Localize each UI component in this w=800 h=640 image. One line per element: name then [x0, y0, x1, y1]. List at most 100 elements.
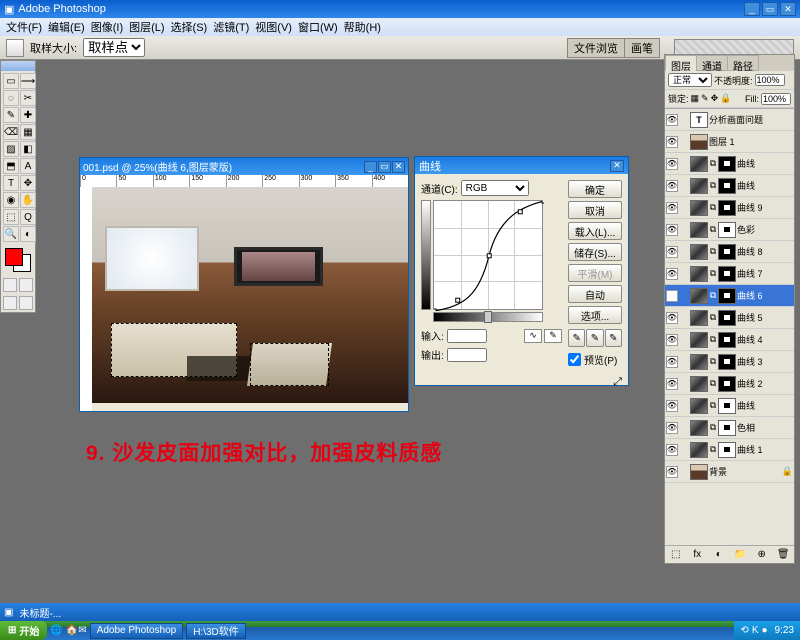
visibility-icon[interactable]: 👁: [666, 334, 678, 346]
fg-color[interactable]: [5, 248, 23, 266]
fill-field[interactable]: [761, 93, 791, 105]
menu-item[interactable]: 编辑(E): [48, 19, 85, 35]
visibility-icon[interactable]: 👁: [666, 158, 678, 170]
visibility-icon[interactable]: 👁: [666, 136, 678, 148]
tool-button[interactable]: A: [20, 158, 36, 174]
standard-mode-icon[interactable]: [3, 278, 17, 292]
preview-checkbox[interactable]: 预览(P): [568, 352, 622, 367]
eyedropper-white-icon[interactable]: ✎: [605, 329, 622, 347]
options-button[interactable]: 选项...: [568, 306, 622, 324]
lock-pixels-icon[interactable]: ✎: [701, 93, 709, 104]
tool-button[interactable]: ▦: [20, 124, 36, 140]
tool-button[interactable]: ◌: [3, 90, 19, 106]
visibility-icon[interactable]: 👁: [666, 422, 678, 434]
tool-button[interactable]: 🔍: [3, 226, 19, 242]
expand-icon[interactable]: ⤢: [568, 376, 622, 389]
tool-button[interactable]: ⌫: [3, 124, 19, 140]
auto-button[interactable]: 自动: [568, 285, 622, 303]
layer-action-icon[interactable]: fx: [690, 548, 704, 562]
mask-thumb[interactable]: [718, 376, 736, 392]
link-icon[interactable]: ⧉: [709, 312, 717, 323]
quicklaunch-icon[interactable]: 🏠: [66, 625, 78, 636]
mask-thumb[interactable]: [718, 310, 736, 326]
menu-item[interactable]: 文件(F): [6, 19, 42, 35]
tool-button[interactable]: ▭: [3, 73, 19, 89]
tray-icon[interactable]: ●: [761, 625, 767, 636]
layer-row[interactable]: 👁⧉曲线 9: [665, 197, 794, 219]
canvas[interactable]: [92, 187, 408, 403]
visibility-icon[interactable]: 👁: [666, 312, 678, 324]
layer-row[interactable]: 👁背景🔒: [665, 461, 794, 483]
visibility-icon[interactable]: 👁: [666, 180, 678, 192]
mask-thumb[interactable]: [718, 288, 736, 304]
layer-action-icon[interactable]: ◐: [712, 548, 726, 562]
layer-action-icon[interactable]: 🗑: [776, 548, 790, 562]
preview-check[interactable]: [568, 353, 581, 366]
layer-row[interactable]: 👁⧉曲线 2: [665, 373, 794, 395]
link-icon[interactable]: ⧉: [709, 158, 717, 169]
taskbar-button[interactable]: Adobe Photoshop: [90, 623, 184, 639]
gradient-thumb-icon[interactable]: [484, 311, 492, 323]
layer-row[interactable]: 👁⧉曲线 6: [665, 285, 794, 307]
mask-thumb[interactable]: [718, 420, 736, 436]
maximize-button[interactable]: ▭: [762, 2, 778, 16]
link-icon[interactable]: ⧉: [709, 422, 717, 433]
mask-thumb[interactable]: [718, 244, 736, 260]
visibility-icon[interactable]: 👁: [666, 202, 678, 214]
visibility-icon[interactable]: 👁: [666, 400, 678, 412]
visibility-icon[interactable]: 👁: [666, 224, 678, 236]
layer-action-icon[interactable]: ⬚: [669, 548, 683, 562]
panel-tab[interactable]: 路径: [727, 55, 759, 71]
layer-row[interactable]: 👁⧉色相: [665, 417, 794, 439]
pencil-tool-icon[interactable]: ✎: [544, 329, 562, 343]
lock-trans-icon[interactable]: ▦: [691, 93, 700, 104]
menu-item[interactable]: 帮助(H): [344, 19, 381, 35]
load-button[interactable]: 载入(L)...: [568, 222, 622, 240]
link-icon[interactable]: ⧉: [709, 334, 717, 345]
layer-row[interactable]: 👁图层 1: [665, 131, 794, 153]
panel-tab[interactable]: 图层: [665, 55, 697, 71]
close-button[interactable]: ✕: [780, 2, 796, 16]
color-swatch[interactable]: [3, 246, 33, 274]
tool-button[interactable]: ⟶: [20, 73, 36, 89]
link-icon[interactable]: ⧉: [709, 180, 717, 191]
doc-maximize-button[interactable]: ▭: [378, 161, 391, 173]
quicklaunch-icon[interactable]: ✉: [78, 625, 86, 636]
link-icon[interactable]: ⧉: [709, 444, 717, 455]
visibility-icon[interactable]: 👁: [666, 114, 678, 126]
layer-row[interactable]: 👁⧉曲线 8: [665, 241, 794, 263]
visibility-icon[interactable]: 👁: [666, 444, 678, 456]
tool-button[interactable]: ⬒: [3, 158, 19, 174]
doc-minimize-button[interactable]: _: [364, 161, 377, 173]
link-icon[interactable]: ⧉: [709, 378, 717, 389]
tool-button[interactable]: ◐: [20, 226, 36, 242]
visibility-icon[interactable]: 👁: [666, 246, 678, 258]
menu-item[interactable]: 图层(L): [129, 19, 164, 35]
layer-row[interactable]: 👁⧉曲线: [665, 153, 794, 175]
lock-all-icon[interactable]: 🔒: [720, 93, 731, 104]
panel-tab[interactable]: 通道: [696, 55, 728, 71]
link-icon[interactable]: ⧉: [709, 224, 717, 235]
mask-thumb[interactable]: [718, 442, 736, 458]
layer-row[interactable]: 👁⧉曲线 7: [665, 263, 794, 285]
lock-pos-icon[interactable]: ✥: [711, 93, 719, 104]
mask-thumb[interactable]: [718, 156, 736, 172]
status-doc-icon[interactable]: ▣: [4, 607, 13, 618]
toolbox-drag-handle[interactable]: [1, 61, 35, 71]
eyedropper-black-icon[interactable]: ✎: [568, 329, 585, 347]
layer-row[interactable]: 👁⧉曲线: [665, 395, 794, 417]
layer-row[interactable]: 👁T分析画面问题: [665, 109, 794, 131]
mask-thumb[interactable]: [718, 178, 736, 194]
ok-button[interactable]: 确定: [568, 180, 622, 198]
visibility-icon[interactable]: 👁: [666, 356, 678, 368]
sample-size-select[interactable]: 取样点: [83, 38, 145, 57]
mask-thumb[interactable]: [718, 266, 736, 282]
layer-row[interactable]: 👁⧉曲线 5: [665, 307, 794, 329]
tool-button[interactable]: ⬚: [3, 209, 19, 225]
tool-preset-icon[interactable]: [6, 39, 24, 57]
cancel-button[interactable]: 取消: [568, 201, 622, 219]
tray-icon[interactable]: ⟲: [740, 625, 748, 636]
start-button[interactable]: ⊞ 开始: [0, 621, 47, 640]
layer-action-icon[interactable]: 📁: [733, 548, 747, 562]
curve-tool-icon[interactable]: ∿: [524, 329, 542, 343]
